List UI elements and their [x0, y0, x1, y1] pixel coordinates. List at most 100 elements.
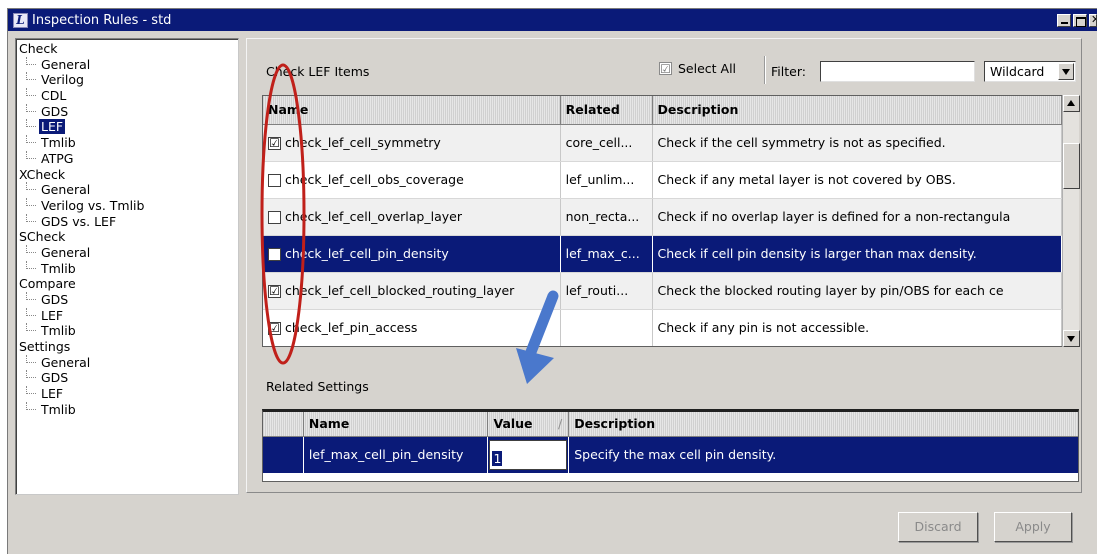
column-header-value[interactable]: Value /: [488, 412, 570, 436]
filter-mode-select[interactable]: Wildcard: [984, 61, 1076, 82]
tree-item[interactable]: General: [16, 182, 238, 198]
filter-input[interactable]: [820, 61, 975, 82]
tree-group[interactable]: XCheck: [16, 167, 238, 183]
tree-connector: [26, 197, 36, 206]
scroll-thumb[interactable]: [1063, 143, 1080, 189]
rule-checkbox[interactable]: ☑: [268, 247, 281, 261]
tree-item-label: GDS vs. LEF: [41, 213, 117, 229]
rule-name-cell: ☑ check_lef_cell_pin_density: [263, 236, 561, 272]
column-header-setting-name[interactable]: Name: [304, 412, 489, 436]
rule-checkbox[interactable]: ☑: [268, 321, 281, 335]
scroll-down-icon[interactable]: [1063, 330, 1080, 347]
rule-name: check_lef_cell_symmetry: [285, 135, 441, 150]
rule-checkbox[interactable]: ☑: [268, 136, 281, 150]
table-row[interactable]: check_lef_cell_overlap_layer non_recta...…: [263, 199, 1062, 236]
tree-group[interactable]: SCheck: [16, 229, 238, 245]
tree-connector: [26, 401, 36, 410]
setting-name-cell: lef_max_cell_pin_density: [304, 437, 489, 473]
tree-item[interactable]: LEF: [16, 386, 238, 402]
table-row[interactable]: lef_max_cell_pin_density 1 Specify the m…: [263, 437, 1078, 473]
tree-item[interactable]: GDS vs. LEF: [16, 213, 238, 230]
setting-value-cell[interactable]: 1: [488, 437, 570, 473]
title-bar[interactable]: L Inspection Rules - std: [8, 9, 1097, 31]
table-row[interactable]: ☑ check_lef_cell_symmetry core_cell... Chec…: [263, 125, 1062, 162]
tree-item[interactable]: LEF: [16, 307, 238, 324]
tree-item[interactable]: Verilog vs. Tmlib: [16, 197, 238, 214]
tree-connector: [26, 292, 36, 300]
tree-item[interactable]: GDS: [16, 292, 238, 308]
chevron-down-icon[interactable]: [1058, 63, 1074, 80]
apply-button[interactable]: Apply: [994, 512, 1072, 542]
rule-name: check_lef_pin_access: [285, 320, 418, 335]
tree-item[interactable]: ATPG: [16, 150, 238, 167]
table-row[interactable]: ☑ check_lef_cell_pin_density lef_max_c... C…: [263, 236, 1062, 273]
rule-description-cell: Check the blocked routing layer by pin/O…: [653, 273, 1062, 309]
select-all-checkbox[interactable]: ☑ Select All: [659, 61, 736, 76]
category-tree[interactable]: Check General Verilog CDL GDS LEF Tmlib ATPG XCh…: [15, 38, 239, 495]
tree-connector: [26, 119, 36, 128]
rule-description-cell: Check if any metal layer is not covered …: [653, 162, 1062, 198]
tree-group[interactable]: Settings: [16, 339, 238, 355]
scroll-up-icon[interactable]: [1063, 95, 1080, 112]
tree-group[interactable]: Compare: [16, 276, 238, 292]
table-row[interactable]: check_lef_cell_obs_coverage lef_unlim... C…: [263, 162, 1062, 199]
rule-checkbox[interactable]: ☑: [268, 284, 281, 298]
related-table-header: Name Value / Description: [263, 412, 1078, 437]
table-row[interactable]: ☑ check_lef_pin_access Check if any pin is…: [263, 310, 1062, 346]
tree-item[interactable]: Tmlib: [16, 401, 238, 418]
rule-checkbox[interactable]: [268, 210, 281, 224]
tree-connector: [26, 182, 36, 191]
maximize-icon[interactable]: [1073, 13, 1087, 27]
tree-connector: [26, 354, 36, 363]
tree-connector: [26, 135, 36, 144]
tree-item[interactable]: CDL: [16, 88, 238, 104]
tree-item[interactable]: Tmlib: [16, 323, 238, 339]
rule-name-cell: check_lef_cell_obs_coverage: [263, 162, 561, 198]
value-header-label: Value: [493, 416, 533, 431]
rule-checkbox[interactable]: [268, 173, 281, 187]
tree-item[interactable]: LEF: [16, 119, 238, 135]
select-all-check-icon[interactable]: ☑: [659, 62, 672, 75]
rule-name: check_lef_cell_blocked_routing_layer: [285, 283, 515, 298]
minimize-icon[interactable]: [1057, 13, 1071, 27]
discard-button[interactable]: Discard: [898, 512, 978, 542]
tree-item[interactable]: GDS: [16, 370, 238, 386]
value-editor[interactable]: 1: [489, 440, 568, 470]
rule-name: check_lef_cell_overlap_layer: [285, 209, 462, 224]
tree-item[interactable]: Verilog: [16, 72, 238, 88]
column-header-related[interactable]: Related: [561, 96, 653, 124]
tree-connector: [26, 72, 36, 81]
tree-group[interactable]: Check: [16, 41, 238, 57]
vertical-scrollbar[interactable]: [1062, 95, 1080, 347]
tree-item[interactable]: General: [16, 56, 238, 73]
rule-related-cell: [561, 310, 653, 346]
tree-item-label: Verilog: [41, 72, 84, 88]
sort-indicator-icon: /: [558, 416, 563, 431]
tree-item[interactable]: GDS: [16, 103, 238, 120]
column-header-description[interactable]: Description: [653, 96, 1062, 124]
rule-name: check_lef_cell_obs_coverage: [285, 172, 464, 187]
rule-related-cell: core_cell...: [561, 125, 653, 161]
column-header-name[interactable]: Name: [263, 96, 561, 124]
table-row[interactable]: ☑ check_lef_cell_blocked_routing_layer lef…: [263, 273, 1062, 310]
rule-related-cell: lef_unlim...: [561, 162, 653, 198]
column-header-setting-description[interactable]: Description: [569, 412, 1078, 436]
tree-item[interactable]: Tmlib: [16, 260, 238, 277]
rule-description-cell: Check if the cell symmetry is not as spe…: [653, 125, 1062, 161]
main-panel: Check LEF Items ☑ Select All Filter: Wil…: [246, 38, 1082, 493]
app-logo-icon: L: [13, 12, 28, 28]
tree-item-label: LEF: [41, 386, 64, 402]
tree-item[interactable]: General: [16, 244, 238, 261]
tree-item-label: GDS: [41, 370, 69, 386]
tree-item[interactable]: General: [16, 354, 238, 371]
tree-item-label: Tmlib: [41, 260, 76, 276]
filter-label: Filter:: [771, 64, 806, 79]
check-items-table: Name Related Description ☑ check_lef_cell…: [262, 95, 1062, 347]
tree-item-label: GDS: [41, 103, 69, 119]
column-header-blank: [263, 412, 304, 436]
tree-item-label: Tmlib: [41, 135, 76, 151]
tree-connector: [26, 370, 36, 379]
tree-connector: [26, 88, 36, 97]
close-icon[interactable]: [1089, 13, 1097, 27]
tree-item[interactable]: Tmlib: [16, 135, 238, 151]
